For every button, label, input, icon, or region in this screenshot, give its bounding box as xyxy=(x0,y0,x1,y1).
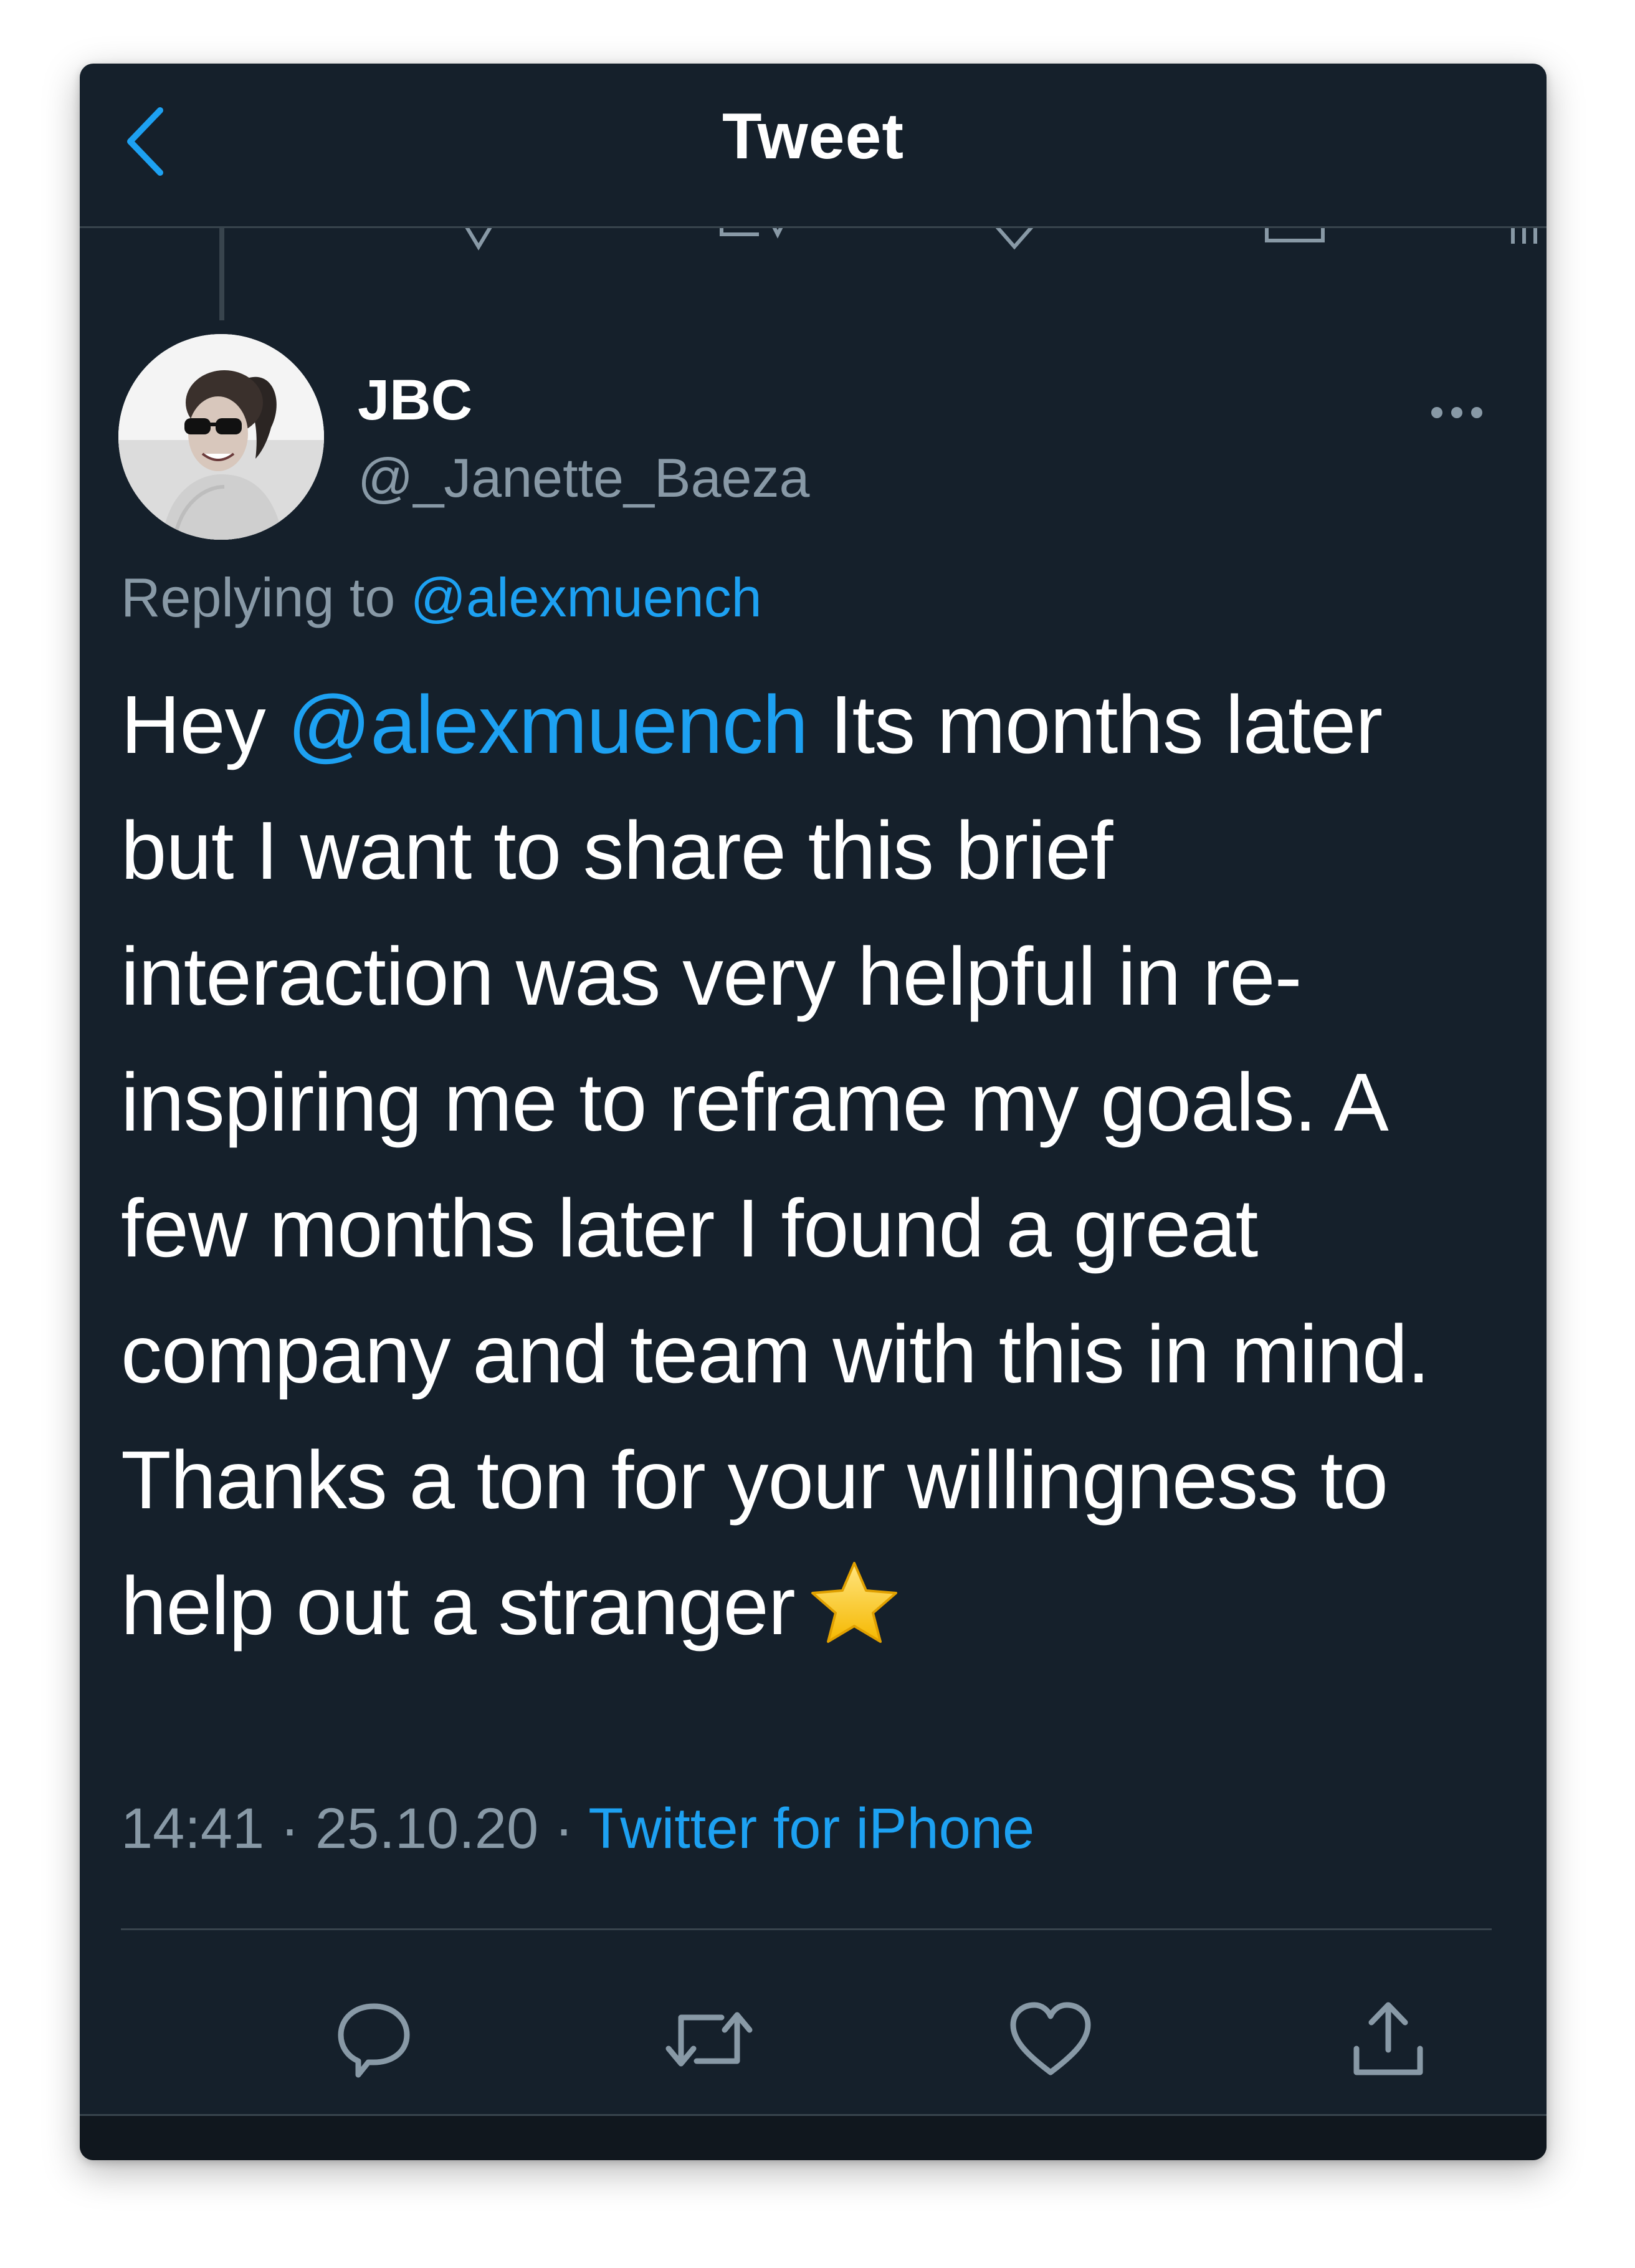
tweet-text-line: company and team with this in mind. xyxy=(121,1308,1430,1400)
retweet-icon xyxy=(720,228,783,239)
header-bar: Tweet xyxy=(80,64,1547,228)
tweet-source-link[interactable]: Twitter for iPhone xyxy=(588,1797,1034,1860)
tweet-window: Tweet JBC @_Janette_Baeza Replying to @a… xyxy=(80,64,1547,2160)
more-dot-icon xyxy=(1471,407,1482,418)
meta-separator: · xyxy=(280,1797,300,1860)
author-name[interactable]: JBC xyxy=(358,368,472,433)
page-title: Tweet xyxy=(722,100,904,173)
analytics-icon xyxy=(1511,228,1537,244)
tweet-text-post: Its months later xyxy=(808,679,1383,770)
tweet-text-line-last: help out a stranger xyxy=(121,1543,1510,1682)
tweet-text-line: interaction was very helpful in re- xyxy=(121,931,1302,1022)
tweet-text-line: inspiring me to reframe my goals. A xyxy=(121,1056,1389,1148)
tweet-text-line: Thanks a ton for your willingness to xyxy=(121,1434,1388,1526)
replying-to-line: Replying to @alexmuench xyxy=(121,566,762,629)
share-icon xyxy=(1353,2002,1423,2075)
like-icon xyxy=(995,228,1034,250)
tweet-meta: 14:41 · 25.10.20 · Twitter for iPhone xyxy=(121,1796,1034,1862)
more-dot-icon xyxy=(1451,407,1462,418)
tweet-text-line: Hey @alexmuench Its months later xyxy=(121,662,1510,788)
profile-photo xyxy=(118,334,324,540)
star-emoji-icon xyxy=(808,1556,901,1682)
tweet-actions xyxy=(80,1933,1547,2114)
share-icon xyxy=(1265,228,1325,242)
share-button[interactable] xyxy=(1338,1989,1438,2089)
author-handle[interactable]: @_Janette_Baeza xyxy=(358,446,809,510)
previous-tweet-actions-peek xyxy=(80,228,1547,253)
retweet-button[interactable] xyxy=(659,1989,759,2089)
like-icon xyxy=(1010,2002,1091,2075)
tweet-text-line: help out a stranger xyxy=(121,1560,796,1652)
meta-separator: · xyxy=(554,1797,574,1860)
reply-button[interactable] xyxy=(324,1989,424,2089)
avatar[interactable] xyxy=(118,334,324,540)
reply-bar xyxy=(80,2114,1547,2160)
thread-line xyxy=(219,228,224,320)
more-options-button[interactable] xyxy=(1413,388,1500,438)
divider xyxy=(121,1928,1492,1930)
tweet-date: 25.10.20 xyxy=(315,1797,539,1860)
replying-to-prefix: Replying to xyxy=(121,567,396,628)
tweet-text: Hey @alexmuench Its months later but I w… xyxy=(121,662,1510,1682)
tweet-mention[interactable]: @alexmuench xyxy=(287,679,808,770)
tweet-time: 14:41 xyxy=(121,1797,265,1860)
more-dot-icon xyxy=(1431,407,1442,418)
replying-to-mention[interactable]: @alexmuench xyxy=(411,567,762,628)
reply-icon xyxy=(338,2003,410,2078)
like-button[interactable] xyxy=(1001,1989,1100,2089)
tweet-text-pre: Hey xyxy=(121,679,288,770)
retweet-icon xyxy=(665,2012,753,2067)
tweet-text-line: few months later I found a great xyxy=(121,1182,1258,1274)
reply-icon xyxy=(465,228,492,251)
tweet-text-line: but I want to share this brief xyxy=(121,805,1113,896)
